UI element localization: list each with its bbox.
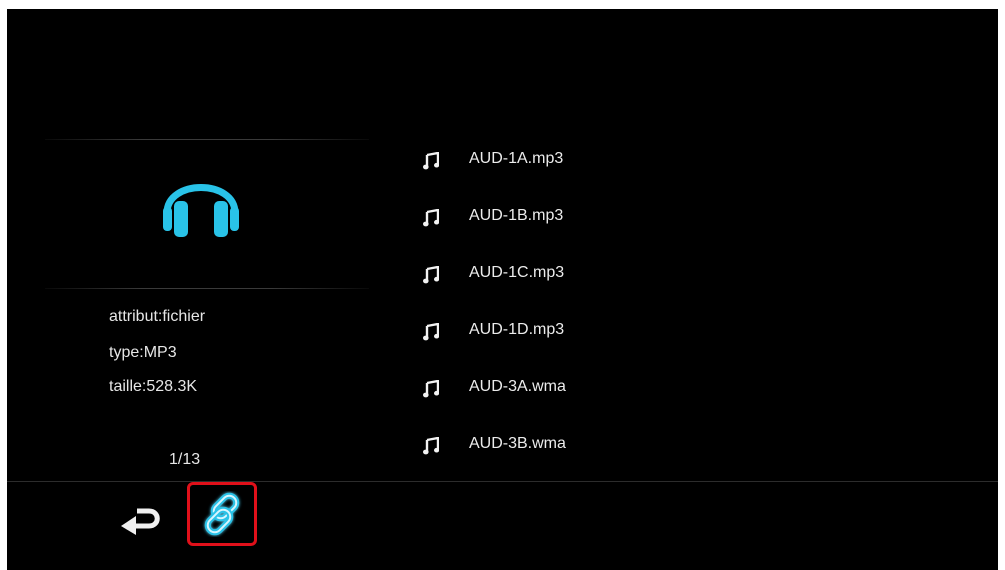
back-button[interactable] [117,505,165,535]
headphones-icon [163,184,239,237]
toolbar-divider [7,481,998,482]
music-note-icon [423,266,439,284]
page-counter: 1/13 [169,451,201,468]
file-name: AUD-1D.mp3 [469,321,565,338]
file-list-item[interactable]: AUD-3B.wma [419,434,959,458]
file-name: AUD-3A.wma [469,378,566,395]
media-browser-screen: attribut:fichier type:MP3 taille:528.3K … [7,9,998,570]
file-name: AUD-1A.mp3 [469,150,564,167]
file-type-text: type:MP3 [109,344,177,361]
preview-bottom-divider [45,288,369,289]
music-note-icon [423,380,439,398]
file-list-item[interactable]: AUD-1B.mp3 [419,206,959,230]
music-note-icon [423,323,439,341]
file-list-item[interactable]: AUD-3A.wma [419,377,959,401]
file-list-item[interactable]: AUD-1C.mp3 [419,263,959,287]
file-attribute-text: attribut:fichier [109,308,206,325]
file-list-item[interactable]: AUD-1A.mp3 [419,149,959,173]
file-name: AUD-1B.mp3 [469,207,564,224]
preview-top-divider [45,139,369,140]
music-note-icon [423,152,439,170]
return-arrow-icon [121,508,160,535]
file-list-item[interactable]: AUD-1D.mp3 [419,320,959,344]
music-note-icon [423,437,439,455]
file-name: AUD-1C.mp3 [469,264,565,281]
file-name: AUD-3B.wma [469,435,566,452]
file-size-text: taille:528.3K [109,378,198,395]
file-preview-panel: attribut:fichier type:MP3 taille:528.3K … [45,139,369,479]
music-note-icon [423,209,439,227]
chain-link-icon [204,492,240,536]
link-button[interactable] [187,482,257,546]
